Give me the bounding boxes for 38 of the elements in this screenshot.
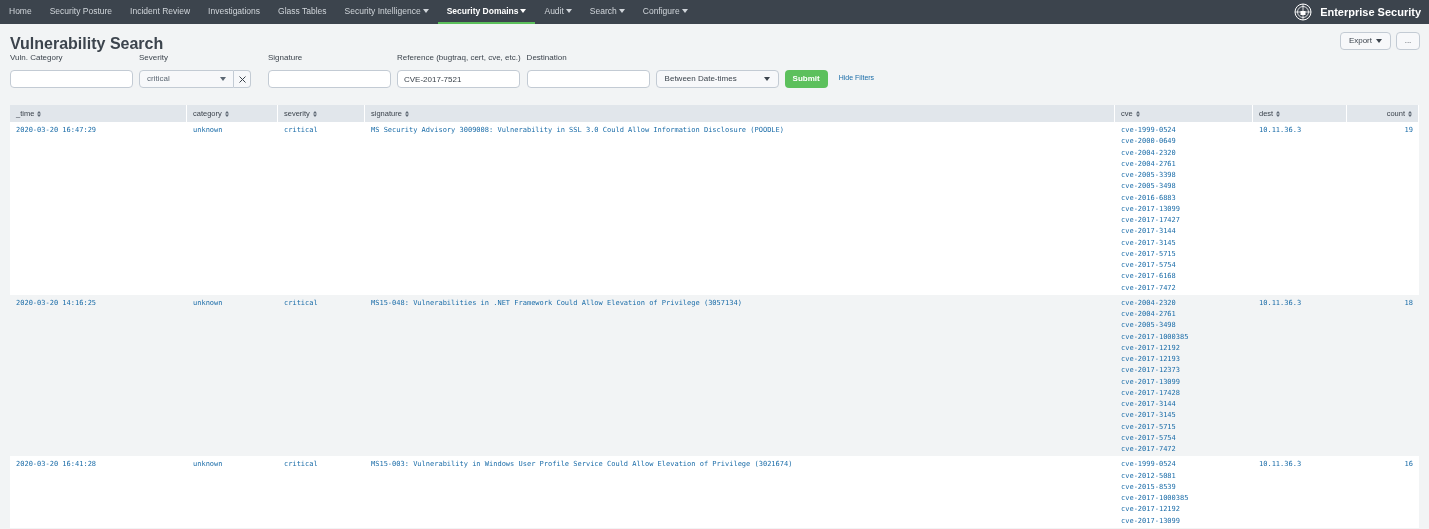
more-button[interactable]: ... [1396, 32, 1420, 50]
page-title: Vulnerability Search [10, 34, 164, 54]
sort-icon [224, 110, 229, 117]
sort-icon [37, 110, 42, 117]
nav-tab[interactable]: Home [0, 0, 41, 24]
text-field[interactable] [268, 70, 391, 88]
field-label: Signature [268, 52, 304, 64]
export-button[interactable]: Export [1339, 32, 1391, 50]
close-icon [238, 75, 246, 83]
sort-icon [1408, 110, 1412, 117]
caret-icon [763, 77, 770, 81]
time-range-dropdown[interactable]: Between Date-times [655, 70, 779, 88]
app-name: Enterprise Security [1320, 4, 1421, 20]
text-field[interactable] [526, 70, 650, 88]
nav-tab[interactable]: Security Intelligence [335, 0, 438, 24]
text-field[interactable] [10, 70, 133, 88]
nav-tab[interactable]: Search [580, 0, 634, 24]
field-label: Reference (bugtraq, cert, cve, etc.) [397, 52, 521, 64]
nav-tab[interactable]: Security Domains [437, 0, 536, 24]
caret-icon [1376, 39, 1382, 43]
nav-tab[interactable]: Audit [535, 0, 581, 24]
nav-tab[interactable]: Configure [633, 0, 697, 24]
sort-icon [404, 110, 409, 117]
nav-tab[interactable]: Investigations [199, 0, 270, 24]
caret-icon [220, 77, 226, 81]
sort-icon [1276, 110, 1281, 117]
field-label: Vuln. Category [10, 52, 64, 64]
field-label: Destination [526, 52, 568, 64]
sort-icon [1135, 110, 1140, 117]
nav-tab[interactable]: Security Posture [40, 0, 122, 24]
nav-tab[interactable]: Glass Tables [269, 0, 336, 24]
globe-lock-icon [1294, 3, 1313, 21]
severity-select[interactable]: critical [139, 70, 234, 88]
clear-button[interactable] [234, 70, 251, 88]
field-label: Severity [139, 52, 169, 64]
nav-tab[interactable]: Incident Review [121, 0, 200, 24]
text-field[interactable]: CVE-2017-7521 [397, 70, 520, 88]
sort-icon [312, 110, 317, 117]
